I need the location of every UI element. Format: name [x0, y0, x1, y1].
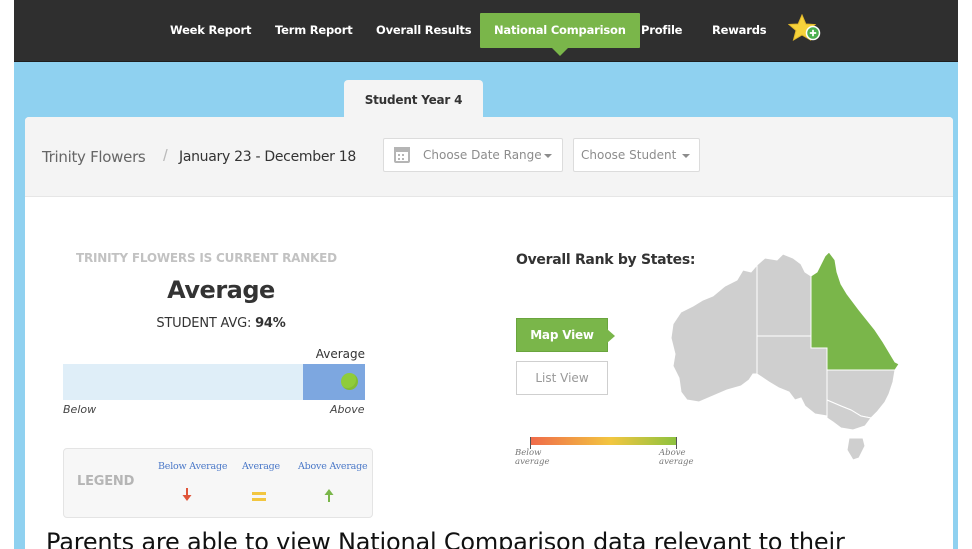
breadcrumb-separator: / — [163, 146, 168, 165]
tab-student-year[interactable]: Student Year 4 — [344, 80, 483, 118]
legend-above-average-label: Above Average — [298, 461, 368, 472]
star-plus-icon[interactable] — [788, 14, 822, 44]
legend-below-average-label: Below Average — [158, 461, 228, 472]
student-dropdown[interactable]: Choose Student — [573, 138, 700, 172]
chevron-down-icon — [682, 154, 690, 158]
calendar-icon — [394, 147, 410, 163]
scale-low-label-line2: average — [515, 457, 550, 467]
nav-national-comparison[interactable]: National Comparison — [480, 13, 640, 56]
map-state-tas[interactable] — [846, 437, 866, 461]
nav-term-report[interactable]: Term Report — [275, 23, 353, 37]
caption-text: Parents are able to view National Compar… — [46, 528, 845, 549]
map-view-button[interactable]: Map View — [516, 318, 615, 352]
australia-states-map[interactable] — [665, 250, 905, 465]
breadcrumb-date-range: January 23 - December 18 — [179, 149, 356, 165]
student-average-value: 94% — [255, 316, 286, 331]
rank-color-scale — [530, 437, 677, 445]
bar-below-label: Below — [63, 403, 97, 416]
legend-average-label: Average — [242, 461, 280, 472]
bar-above-label: Above — [330, 403, 365, 416]
nav-profile[interactable]: Profile — [641, 23, 682, 37]
scale-low-label: Below average — [515, 449, 550, 467]
equals-icon — [252, 492, 266, 501]
legend-title: LEGEND — [77, 474, 135, 489]
map-state-nt[interactable] — [756, 253, 812, 337]
student-dropdown-label: Choose Student — [581, 148, 677, 162]
list-view-button[interactable]: List View — [516, 361, 608, 395]
date-range-dropdown-label: Choose Date Range — [423, 148, 542, 162]
map-state-wa[interactable] — [670, 263, 758, 403]
rank-intro-text: TRINITY FLOWERS IS CURRENT RANKED — [76, 251, 337, 265]
down-arrow-icon — [182, 488, 192, 501]
nav-overall-results[interactable]: Overall Results — [376, 23, 472, 37]
map-state-sa[interactable] — [756, 335, 828, 417]
student-average: STUDENT AVG: 94% — [76, 316, 366, 331]
up-arrow-icon — [324, 489, 334, 502]
chevron-down-icon — [544, 154, 552, 158]
bar-average-label: Average — [315, 347, 365, 361]
rank-position-marker — [341, 373, 358, 390]
student-average-label: STUDENT AVG: — [156, 316, 252, 331]
nav-rewards[interactable]: Rewards — [712, 23, 767, 37]
breadcrumb-student-name[interactable]: Trinity Flowers — [42, 148, 146, 166]
date-range-dropdown[interactable]: Choose Date Range — [383, 138, 563, 172]
nav-week-report[interactable]: Week Report — [170, 23, 251, 37]
rank-value: Average — [167, 276, 275, 304]
